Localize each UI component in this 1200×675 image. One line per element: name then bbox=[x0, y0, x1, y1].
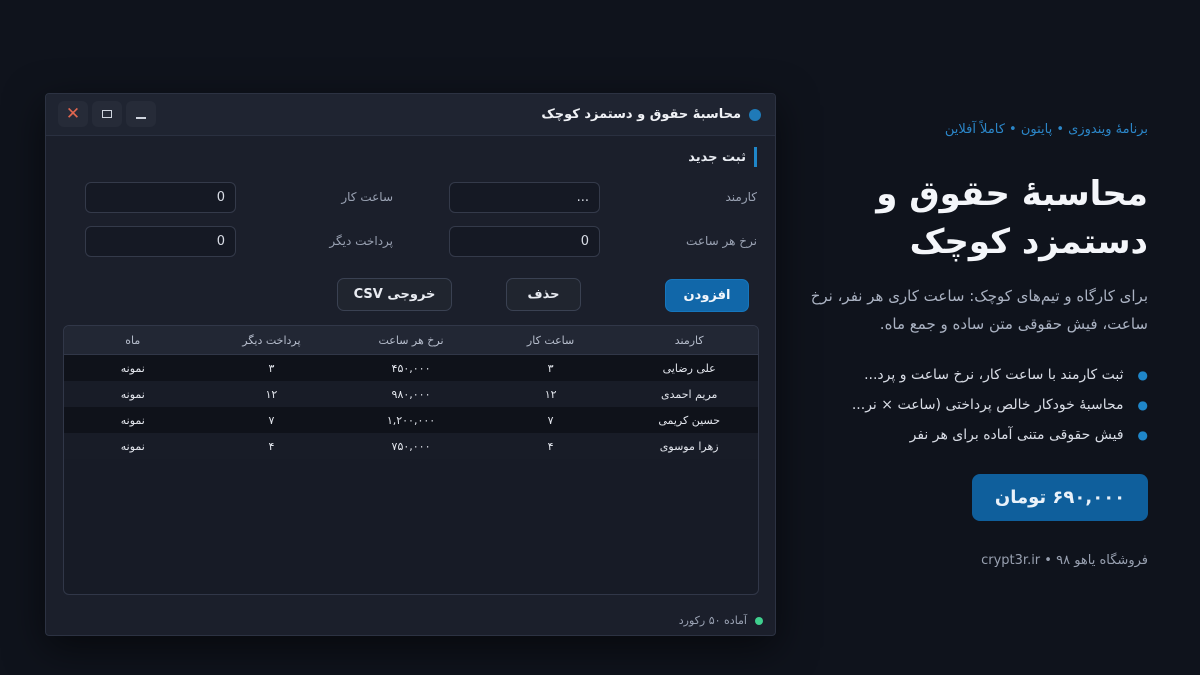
cell-employee: علی رضایی bbox=[662, 361, 716, 375]
maximize-icon bbox=[102, 110, 112, 118]
cell-other-payment: ۳ bbox=[268, 361, 275, 375]
cell-month: نمونه bbox=[120, 413, 145, 427]
window-controls: ✕ bbox=[58, 101, 156, 127]
cell-other-payment: ۱۲ bbox=[265, 387, 278, 401]
price-button[interactable]: ۶۹۰,۰۰۰ تومان bbox=[972, 474, 1148, 521]
other-payment-value: 0 bbox=[216, 234, 225, 249]
rate-value: 0 bbox=[580, 234, 589, 249]
minimize-button[interactable] bbox=[126, 101, 156, 127]
close-button[interactable]: ✕ bbox=[58, 101, 88, 127]
feature-list: ● ثبت کارمند با ساعت کار، نرخ ساعت و پرد… bbox=[788, 360, 1148, 450]
employee-value: ... bbox=[576, 190, 589, 205]
title-bar[interactable]: محاسبهٔ حقوق و دستمزد کوچک ✕ bbox=[46, 94, 775, 136]
cell-hours: ۷ bbox=[547, 413, 554, 427]
cell-month: نمونه bbox=[120, 387, 145, 401]
hours-value: 0 bbox=[216, 190, 225, 205]
export-csv-button[interactable]: خروجی CSV bbox=[337, 278, 452, 311]
feature-item: ● محاسبهٔ خودکار خالص پرداختی (ساعت × نر… bbox=[788, 390, 1148, 420]
table-row[interactable]: زهرا موسوی ۴ ۷۵۰,۰۰۰ ۴ نمونه bbox=[64, 433, 758, 459]
rate-input[interactable]: 0 bbox=[449, 226, 600, 257]
other-payment-label: پرداخت دیگر bbox=[329, 234, 393, 248]
add-button[interactable]: افزودن bbox=[665, 279, 749, 312]
cell-month: نمونه bbox=[120, 439, 145, 453]
store-footer: فروشگاه یاهو ۹۸ • crypt3r.ir bbox=[981, 553, 1148, 568]
column-header-rate[interactable]: نرخ هر ساعت bbox=[341, 326, 481, 354]
cell-rate: ۴۵۰,۰۰۰ bbox=[391, 361, 431, 375]
column-header-other-payment[interactable]: پرداخت دیگر bbox=[202, 326, 342, 354]
status-indicator bbox=[755, 616, 763, 625]
cell-employee: مریم احمدی bbox=[660, 387, 718, 401]
headline-line-2: دستمزد کوچک bbox=[909, 222, 1148, 262]
app-window: محاسبهٔ حقوق و دستمزد کوچک ✕ ثبت جدید کا… bbox=[45, 93, 776, 636]
feature-item: ● فیش حقوقی متنی آماده برای هر نفر bbox=[788, 420, 1148, 450]
column-header-hours[interactable]: ساعت کار bbox=[481, 326, 621, 354]
cell-other-payment: ۴ bbox=[268, 439, 275, 453]
section-accent-bar bbox=[754, 147, 757, 167]
table-row[interactable]: حسین کریمی ۷ ۱,۲۰۰,۰۰۰ ۷ نمونه bbox=[64, 407, 758, 433]
records-table[interactable]: کارمند ساعت کار نرخ هر ساعت پرداخت دیگر … bbox=[63, 325, 759, 595]
minimize-icon bbox=[136, 117, 146, 119]
status-text: آماده ۵۰ رکورد bbox=[678, 614, 747, 627]
bullet-icon: ● bbox=[1137, 398, 1148, 412]
column-header-employee[interactable]: کارمند bbox=[620, 326, 758, 354]
status-bar: آماده ۵۰ رکورد bbox=[679, 614, 763, 627]
table-header: کارمند ساعت کار نرخ هر ساعت پرداخت دیگر … bbox=[64, 326, 758, 355]
bullet-icon: ● bbox=[1137, 368, 1148, 382]
cell-hours: ۴ bbox=[547, 439, 554, 453]
section-header: ثبت جدید bbox=[688, 147, 757, 167]
cell-employee: زهرا موسوی bbox=[659, 439, 719, 453]
feature-text: فیش حقوقی متنی آماده برای هر نفر bbox=[909, 427, 1124, 443]
section-title: ثبت جدید bbox=[688, 149, 746, 165]
bullet-icon: ● bbox=[1137, 428, 1148, 442]
app-icon bbox=[749, 108, 761, 121]
headline-line-1: محاسبهٔ حقوق و bbox=[876, 174, 1148, 214]
employee-input[interactable]: ... bbox=[449, 182, 600, 213]
feature-text: محاسبهٔ خودکار خالص پرداختی (ساعت × نر..… bbox=[851, 397, 1124, 413]
cell-rate: ۱,۲۰۰,۰۰۰ bbox=[386, 413, 436, 427]
feature-item: ● ثبت کارمند با ساعت کار، نرخ ساعت و پرد… bbox=[788, 360, 1148, 390]
table-row[interactable]: مریم احمدی ۱۲ ۹۸۰,۰۰۰ ۱۲ نمونه bbox=[64, 381, 758, 407]
cell-month: نمونه bbox=[120, 361, 145, 375]
table-body: علی رضایی ۳ ۴۵۰,۰۰۰ ۳ نمونه مریم احمدی ۱… bbox=[64, 355, 758, 459]
window-title: محاسبهٔ حقوق و دستمزد کوچک bbox=[541, 107, 741, 122]
feature-text: ثبت کارمند با ساعت کار، نرخ ساعت و پرد..… bbox=[864, 367, 1124, 383]
promo-headline: محاسبهٔ حقوق و دستمزد کوچک bbox=[788, 170, 1148, 266]
cell-hours: ۳ bbox=[547, 361, 554, 375]
cell-rate: ۹۸۰,۰۰۰ bbox=[391, 387, 431, 401]
hours-input[interactable]: 0 bbox=[85, 182, 236, 213]
table-row[interactable]: علی رضایی ۳ ۴۵۰,۰۰۰ ۳ نمونه bbox=[64, 355, 758, 381]
cell-rate: ۷۵۰,۰۰۰ bbox=[391, 439, 431, 453]
cell-hours: ۱۲ bbox=[544, 387, 557, 401]
maximize-button[interactable] bbox=[92, 101, 122, 127]
close-icon: ✕ bbox=[65, 104, 81, 124]
promo-tagline: برنامهٔ ویندوزی • پایتون • کاملاً آفلاین bbox=[944, 122, 1148, 137]
employee-label: کارمند bbox=[725, 190, 757, 204]
column-header-month[interactable]: ماه bbox=[64, 326, 202, 354]
promo-description: برای کارگاه و تیم‌های کوچک: ساعت کاری هر… bbox=[810, 287, 1148, 333]
hours-label: ساعت کار bbox=[341, 190, 393, 204]
other-payment-input[interactable]: 0 bbox=[85, 226, 236, 257]
delete-button[interactable]: حذف bbox=[506, 278, 581, 311]
cell-employee: حسین کریمی bbox=[658, 413, 721, 427]
cell-other-payment: ۷ bbox=[268, 413, 275, 427]
rate-label: نرخ هر ساعت bbox=[686, 234, 757, 248]
